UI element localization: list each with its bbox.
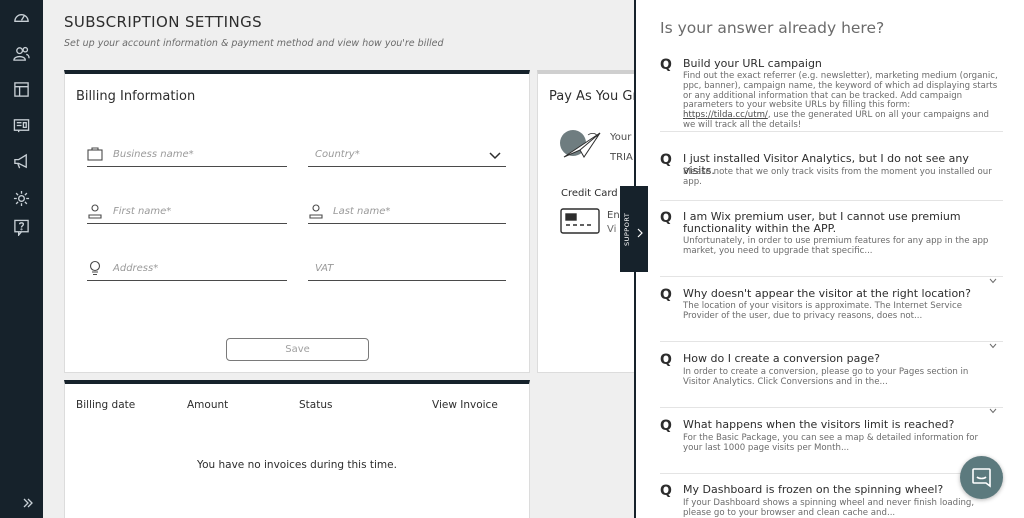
faq-answer: Please note that we only track visits fr… (683, 167, 992, 187)
credit-card-label: Credit Card (561, 188, 618, 199)
last-name-placeholder: Last name* (333, 206, 391, 217)
sidebar (0, 0, 43, 518)
support-tab[interactable]: SUPPORT (620, 186, 648, 272)
last-name-field[interactable]: Last name* (308, 200, 506, 224)
billing-information-card: Billing Information Business name* Count… (64, 70, 530, 373)
pages-icon[interactable] (13, 81, 30, 98)
column-header-billing-date: Billing date (76, 399, 136, 411)
paper-plane-icon (560, 129, 604, 163)
faq-question[interactable]: I am Wix premium user, but I cannot use … (683, 211, 973, 235)
faq-answer: The location of your visitors is approxi… (683, 301, 962, 321)
chat-button[interactable] (960, 456, 1003, 499)
dashboard-icon[interactable] (13, 9, 30, 26)
chat-icon (972, 468, 991, 488)
faq-question[interactable]: My Dashboard is frozen on the spinning w… (683, 484, 983, 496)
widgets-icon[interactable] (13, 117, 30, 134)
page-title: SUBSCRIPTION SETTINGS (64, 13, 263, 31)
country-select[interactable]: Country* (308, 143, 506, 167)
chevron-down-icon (488, 147, 502, 161)
question-icon: Q (660, 418, 672, 434)
double-chevron-right-icon[interactable] (22, 494, 34, 508)
plan-trial-text: TRIA (610, 152, 633, 163)
expand-chevron-icon[interactable] (989, 269, 997, 284)
country-placeholder: Country* (315, 149, 360, 160)
faq-item[interactable]: Q What happens when the visitors limit i… (660, 418, 1003, 474)
user-icon (87, 203, 103, 219)
faq-item[interactable]: Q My Dashboard is frozen on the spinning… (660, 483, 1003, 518)
faq-question[interactable]: Why doesn't appear the visitor at the ri… (683, 288, 983, 300)
address-field[interactable]: Address* (87, 257, 287, 281)
vat-field[interactable]: VAT (308, 257, 506, 281)
faq-item[interactable]: Q I am Wix premium user, but I cannot us… (660, 210, 1003, 284)
faq-answer: Unfortunately, in order to use premium f… (683, 236, 989, 256)
plan-title: Pay As You Gr (549, 89, 638, 104)
first-name-placeholder: First name* (113, 206, 172, 217)
question-icon: Q (660, 352, 672, 368)
faq-item[interactable]: Q How do I create a conversion page? In … (660, 352, 1003, 414)
billing-card-title: Billing Information (76, 89, 196, 104)
expand-chevron-icon[interactable] (989, 334, 997, 349)
faq-item[interactable]: Q Build your URL campaign Find out the e… (660, 57, 1003, 132)
briefcase-icon (87, 146, 103, 162)
invoices-card: Billing date Amount Status View Invoice … (64, 380, 530, 518)
campaigns-icon[interactable] (13, 153, 30, 170)
faq-question[interactable]: How do I create a conversion page? (683, 353, 983, 365)
chevron-right-icon (636, 223, 644, 238)
column-header-view-invoice: View Invoice (432, 399, 498, 411)
faq-question[interactable]: What happens when the visitors limit is … (683, 419, 983, 431)
plan-your-text: Your (610, 132, 632, 143)
faq-answer: In order to create a conversion, please … (683, 367, 969, 387)
faq-item[interactable]: Q I just installed Visitor Analytics, bu… (660, 152, 1003, 201)
column-header-status: Status (299, 399, 333, 411)
faq-item[interactable]: Q Why doesn't appear the visitor at the … (660, 287, 1003, 349)
save-button[interactable]: Save (226, 338, 369, 361)
credit-card-icon (560, 208, 600, 234)
address-placeholder: Address* (113, 263, 159, 274)
question-icon: Q (660, 287, 672, 303)
settings-icon[interactable] (13, 190, 30, 207)
no-invoices-message: You have no invoices during this time. (197, 459, 397, 471)
business-name-field[interactable]: Business name* (87, 143, 287, 167)
credit-card-line-1: En (607, 210, 620, 221)
question-icon: Q (660, 57, 672, 73)
question-icon: Q (660, 210, 672, 226)
help-panel: Is your answer already here? Q Build you… (634, 0, 1024, 518)
utm-form-link[interactable]: https://tilda.cc/utm/ (683, 110, 768, 120)
page-subtitle: Set up your account information & paymen… (64, 38, 444, 49)
help-panel-title: Is your answer already here? (660, 19, 885, 37)
column-header-amount: Amount (187, 399, 229, 411)
main-content: SUBSCRIPTION SETTINGS Set up your accoun… (43, 0, 647, 518)
visitors-icon[interactable] (13, 45, 30, 62)
business-name-placeholder: Business name* (113, 149, 194, 160)
support-tab-label: SUPPORT (623, 212, 631, 246)
question-icon: Q (660, 483, 672, 499)
first-name-field[interactable]: First name* (87, 200, 287, 224)
user-icon (308, 203, 324, 219)
faq-answer: For the Basic Package, you can see a map… (683, 433, 979, 453)
help-icon[interactable] (13, 219, 30, 236)
faq-answer: Find out the exact referrer (e.g. newsle… (683, 71, 998, 130)
credit-card-line-2: Vi (607, 224, 617, 235)
faq-answer: If your Dashboard shows a spinning wheel… (683, 498, 975, 518)
expand-chevron-icon[interactable] (989, 399, 997, 414)
question-icon: Q (660, 152, 672, 168)
faq-question[interactable]: Build your URL campaign (683, 58, 983, 70)
map-pin-icon (87, 260, 103, 276)
vat-placeholder: VAT (315, 263, 334, 274)
